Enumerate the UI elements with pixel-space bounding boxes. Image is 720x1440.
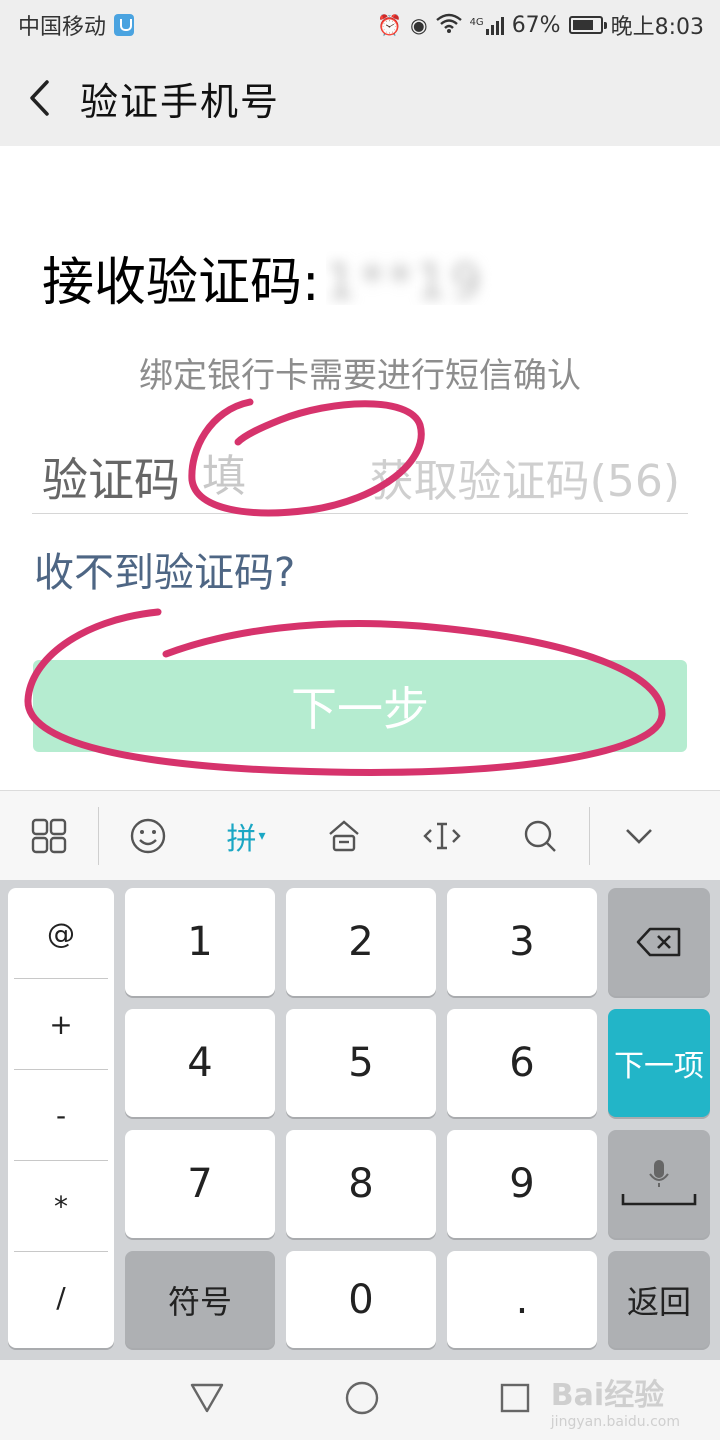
get-code-button[interactable]: 获取验证码(56) <box>370 445 680 509</box>
numeric-keyboard: @ + - * / 1 2 3 4 5 6 下一项 7 8 9 符号 0 . 返… <box>0 880 720 1360</box>
symbol-key-asterisk[interactable]: * <box>14 1161 108 1252</box>
hide-keyboard-button[interactable] <box>590 791 688 881</box>
backspace-key[interactable] <box>608 888 710 996</box>
next-step-button[interactable]: 下一步 <box>33 660 687 752</box>
symbol-key-minus[interactable]: - <box>14 1070 108 1161</box>
clock: 晚上8:03 <box>610 15 704 40</box>
dropdown-arrow-icon: ▾ <box>258 827 266 844</box>
page-title: 验证手机号 <box>80 79 281 124</box>
search-icon <box>524 820 556 852</box>
circle-home-icon <box>345 1381 379 1415</box>
security-shield-icon <box>114 14 135 36</box>
baidu-watermark: Bai经验 jingyan.baidu.com <box>551 1370 680 1430</box>
key-5[interactable]: 5 <box>286 1009 436 1117</box>
code-label: 验证码 <box>42 452 180 507</box>
key-1[interactable]: 1 <box>125 888 275 996</box>
title-bar: 验证手机号 <box>0 50 720 146</box>
nav-recents-button[interactable] <box>499 1382 531 1418</box>
square-recents-icon <box>500 1383 529 1413</box>
symbol-key-slash[interactable]: / <box>14 1252 108 1343</box>
subtitle: 绑定银行卡需要进行短信确认 <box>139 356 581 396</box>
clipboard-button[interactable] <box>295 791 393 881</box>
symbol-column: @ + - * / <box>8 888 114 1348</box>
keyboard-menu-button[interactable] <box>0 791 98 881</box>
key-2[interactable]: 2 <box>286 888 436 996</box>
symbol-switch-key[interactable]: 符号 <box>125 1251 275 1348</box>
key-4[interactable]: 4 <box>125 1009 275 1117</box>
watermark-brand: Bai经验 <box>550 1378 665 1413</box>
cursor-edit-button[interactable] <box>393 791 491 881</box>
nav-home-button[interactable] <box>344 1380 380 1420</box>
pinyin-mode-button[interactable]: 拼 ▾ <box>197 791 295 881</box>
triangle-back-icon <box>191 1383 224 1413</box>
microphone-icon <box>621 1160 697 1206</box>
verification-code-input[interactable] <box>202 451 292 502</box>
chevron-left-icon <box>30 80 49 116</box>
cursor-move-icon <box>423 822 461 849</box>
key-0[interactable]: 0 <box>286 1251 436 1348</box>
return-key[interactable]: 返回 <box>608 1251 710 1348</box>
watermark-url: jingyan.baidu.com <box>550 1414 680 1430</box>
alarm-icon: ⏰ <box>377 13 403 37</box>
backspace-icon <box>636 927 681 957</box>
symbol-key-plus[interactable]: + <box>14 979 108 1070</box>
voice-space-key[interactable] <box>608 1130 710 1238</box>
receive-code-label: 接收验证码: <box>42 253 320 313</box>
grid-icon <box>31 818 67 853</box>
pinyin-label: 拼 <box>226 821 257 857</box>
back-button[interactable] <box>0 50 80 146</box>
emoji-button[interactable] <box>99 791 197 881</box>
key-9[interactable]: 9 <box>447 1130 597 1238</box>
search-button[interactable] <box>491 791 589 881</box>
next-field-key[interactable]: 下一项 <box>608 1009 710 1117</box>
dot-key[interactable]: . <box>447 1251 597 1348</box>
keyboard-toolbar: 拼 ▾ <box>0 790 720 880</box>
eye-comfort-icon: ◉ <box>410 13 428 37</box>
key-7[interactable]: 7 <box>125 1130 275 1238</box>
key-3[interactable]: 3 <box>447 888 597 996</box>
key-6[interactable]: 6 <box>447 1009 597 1117</box>
network-type-label: 4G <box>469 17 484 28</box>
no-code-link[interactable]: 收不到验证码? <box>34 540 295 598</box>
smiley-icon <box>130 818 166 853</box>
nav-back-button[interactable] <box>189 1382 225 1418</box>
battery-icon <box>568 16 607 34</box>
symbol-key-at[interactable]: @ <box>14 888 108 979</box>
receive-code-line: 接收验证码: 1**19 <box>42 240 656 315</box>
signal-strength-icon <box>485 15 504 35</box>
chevron-down-icon <box>626 828 652 844</box>
status-bar: 中国移动 ⏰ ◉ 4G 67% 晚上8:03 <box>0 0 720 50</box>
battery-percent: 67% <box>511 12 561 38</box>
carrier-label: 中国移动 <box>18 15 107 40</box>
masked-phone-number: 1**19 <box>325 253 486 305</box>
wifi-icon <box>435 13 462 38</box>
key-8[interactable]: 8 <box>286 1130 436 1238</box>
clipboard-icon <box>329 819 359 851</box>
verification-code-row: 验证码 获取验证码(56) <box>32 440 688 514</box>
